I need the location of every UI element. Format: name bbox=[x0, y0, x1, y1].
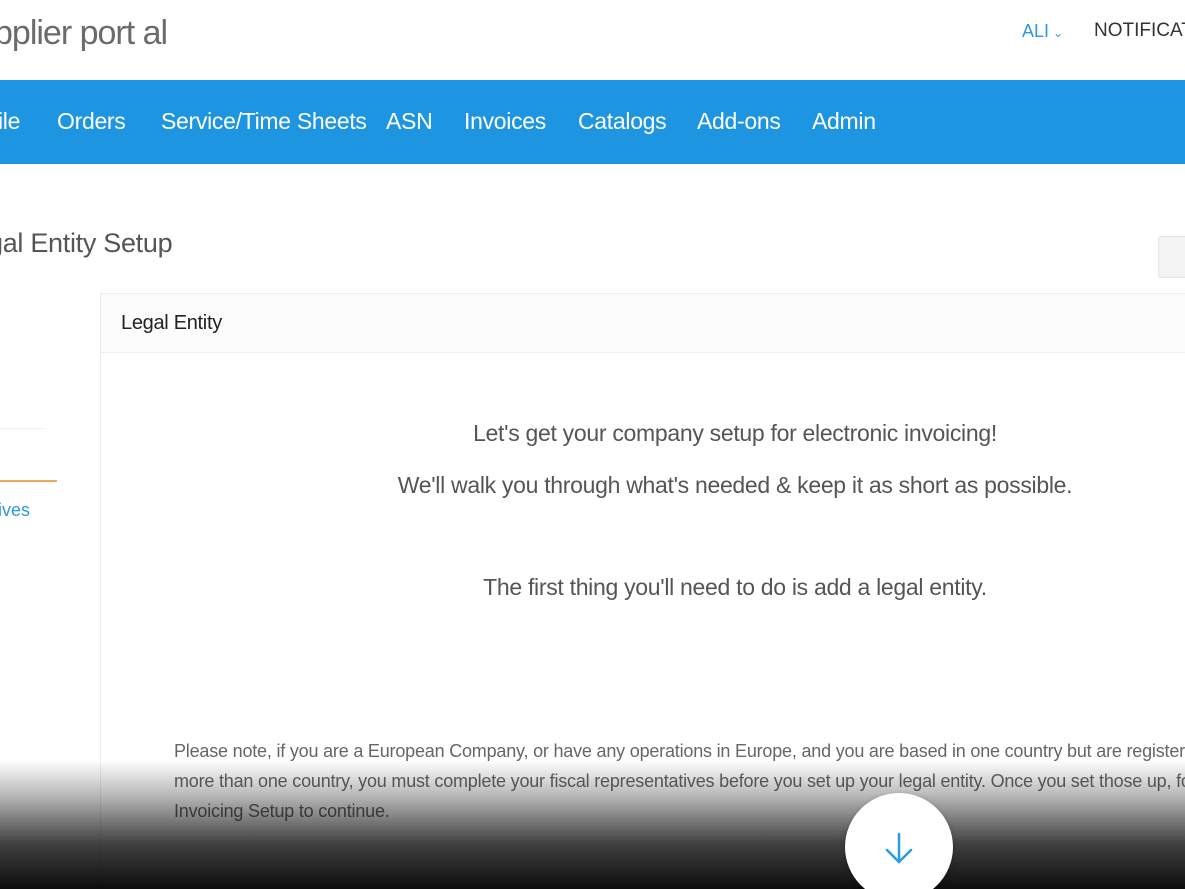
sidebar-divider bbox=[0, 428, 45, 429]
user-menu[interactable]: ALI ⌄ bbox=[1022, 21, 1063, 42]
action-button[interactable] bbox=[1158, 236, 1185, 278]
nav-item-service-time-sheets[interactable]: Service/Time Sheets bbox=[161, 108, 367, 135]
panel-title: Legal Entity bbox=[121, 312, 222, 334]
fiscal-note: Please note, if you are a European Compa… bbox=[174, 736, 1185, 826]
page: pplier port al ALI⌄ NOTIFICATI ile Order… bbox=[0, 0, 1185, 889]
app-logo[interactable]: pplier port al bbox=[0, 14, 168, 53]
fiscal-note-line-1: Please note, if you are a European Compa… bbox=[174, 741, 1185, 761]
nav-item-catalogs[interactable]: Catalogs bbox=[578, 108, 667, 135]
arrow-down-icon bbox=[885, 832, 913, 864]
nav-item-add-ons[interactable]: Add-ons bbox=[697, 108, 781, 135]
sidebar-active-indicator bbox=[0, 480, 57, 482]
nav-item-asn[interactable]: ASN bbox=[386, 108, 433, 135]
nav-item-profile[interactable]: ile bbox=[0, 108, 20, 135]
chevron-down-icon: ⌄ bbox=[1053, 26, 1064, 40]
nav-item-admin[interactable]: Admin bbox=[812, 108, 876, 135]
panel-header: Legal Entity bbox=[101, 294, 1185, 353]
nav-item-orders[interactable]: Orders bbox=[57, 108, 126, 135]
fiscal-note-line-2: more than one country, you must complete… bbox=[174, 771, 1185, 791]
main-nav: ile Orders Service/Time Sheets ASN Invoi… bbox=[0, 80, 1185, 164]
page-title: gal Entity Setup bbox=[0, 228, 173, 258]
user-menu-label: ALI bbox=[1022, 21, 1050, 41]
intro-line-1: Let's get your company setup for electro… bbox=[473, 420, 997, 446]
fiscal-note-line-3: Invoicing Setup to continue. bbox=[174, 801, 390, 821]
intro-line-3: The first thing you'll need to do is add… bbox=[483, 574, 987, 600]
sidebar-item-fiscal-representatives[interactable]: ives bbox=[0, 500, 30, 521]
intro-line-2: We'll walk you through what's needed & k… bbox=[397, 472, 1073, 498]
notifications-link[interactable]: NOTIFICATI bbox=[1094, 20, 1185, 42]
nav-item-invoices[interactable]: Invoices bbox=[464, 108, 546, 135]
